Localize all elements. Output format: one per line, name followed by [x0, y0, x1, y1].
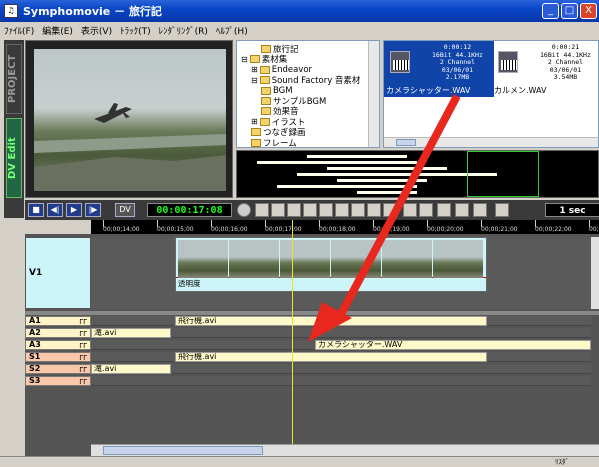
annotation-arrow — [308, 94, 461, 342]
app-window: ♫ Symphomovie － 旅行記 _ □ X ﾌｧｲﾙ(F) 編集(E) … — [0, 0, 599, 466]
